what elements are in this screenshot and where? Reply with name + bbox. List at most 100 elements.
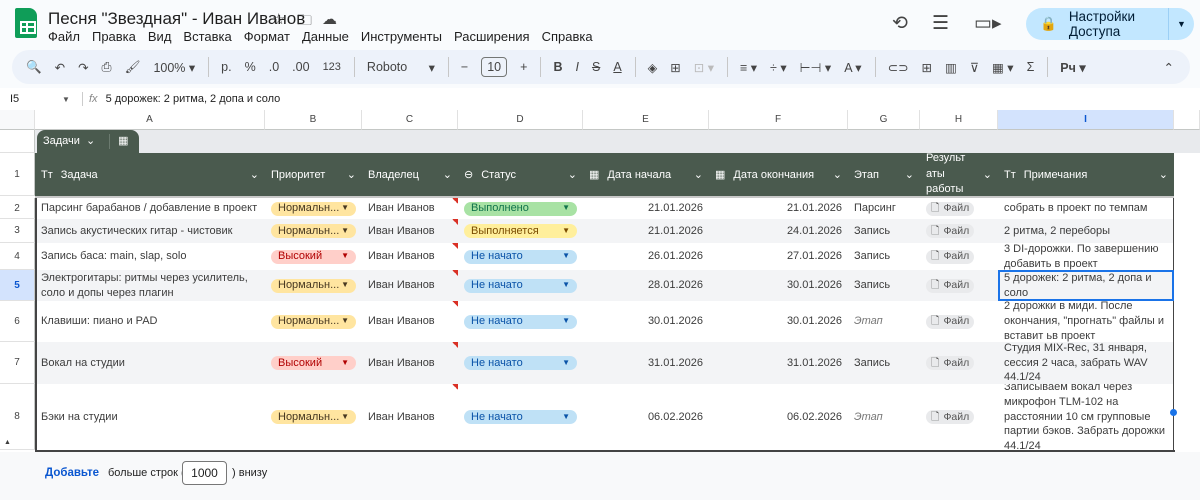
row-header-4[interactable]: 4: [0, 243, 35, 270]
menu-0[interactable]: Файл: [48, 28, 80, 45]
cell-result[interactable]: 🗋 Файл: [920, 301, 998, 342]
file-chip[interactable]: 🗋 Файл: [926, 356, 975, 370]
row-header-6[interactable]: 6: [0, 301, 35, 342]
chevron-down-icon[interactable]: ⌄: [443, 168, 452, 181]
undo-icon[interactable]: ↶: [55, 60, 65, 75]
comment-indicator[interactable]: [452, 219, 458, 225]
cell-stage[interactable]: Запись: [848, 342, 920, 384]
cell-start[interactable]: 26.01.2026: [583, 243, 709, 270]
cell-end[interactable]: 24.01.2026: [709, 219, 848, 243]
cell-stage[interactable]: Запись: [848, 243, 920, 270]
cell-start[interactable]: 21.01.2026: [583, 219, 709, 243]
status-chip[interactable]: Не начато ▼: [464, 249, 577, 264]
insert-chart-icon[interactable]: ▥: [945, 60, 957, 75]
share-button[interactable]: 🔒 Настройки Доступа ▼: [1026, 8, 1194, 40]
font-select[interactable]: Roboto ▾: [367, 60, 435, 75]
cell-priority[interactable]: Высокий ▼: [265, 342, 362, 384]
header-B[interactable]: Приоритет ⌄: [265, 153, 362, 196]
column-header-F[interactable]: F: [709, 110, 848, 130]
column-header-E[interactable]: E: [583, 110, 709, 130]
priority-chip[interactable]: Нормальн... ▼: [271, 224, 356, 238]
italic-icon[interactable]: I: [575, 60, 578, 74]
cell-stage[interactable]: Парсинг: [848, 198, 920, 219]
status-chip[interactable]: Выполняется ▼: [464, 224, 577, 238]
cell-result[interactable]: 🗋 Файл: [920, 219, 998, 243]
cell-notes[interactable]: 2 ритма, 2 переборы: [998, 219, 1174, 243]
status-chip[interactable]: Не начато ▼: [464, 314, 577, 329]
select-all-corner[interactable]: [0, 110, 35, 130]
file-chip[interactable]: 🗋 Файл: [926, 249, 975, 264]
sheets-logo[interactable]: [15, 8, 37, 38]
header-D[interactable]: ⊖ Статус ⌄: [458, 153, 583, 196]
paint-format-icon[interactable]: 🖌: [125, 60, 141, 75]
cell-task[interactable]: Вокал на студии: [35, 342, 265, 384]
formula-input[interactable]: 5 дорожек: 2 ритма, 2 допа и соло: [106, 93, 281, 105]
cell-task[interactable]: Запись акустических гитар - чистовик: [35, 219, 265, 243]
comment-indicator[interactable]: [452, 270, 458, 276]
column-header-G[interactable]: G: [848, 110, 920, 130]
column-header-C[interactable]: C: [362, 110, 458, 130]
priority-chip[interactable]: Нормальн... ▼: [271, 278, 356, 293]
cell-start[interactable]: 31.01.2026: [583, 342, 709, 384]
header-G[interactable]: Этап ⌄: [848, 153, 920, 196]
cell-end[interactable]: 06.02.2026: [709, 384, 848, 450]
meet-icon[interactable]: ▭▸: [974, 12, 1002, 35]
cell-status[interactable]: Выполнено ▼: [458, 198, 583, 219]
version-history-icon[interactable]: ⟲: [892, 12, 908, 35]
cell-owner[interactable]: Иван Иванов: [362, 198, 458, 219]
cell-status[interactable]: Не начато ▼: [458, 384, 583, 450]
insert-link-icon[interactable]: ⊂⊃: [888, 60, 909, 75]
comment-indicator[interactable]: [452, 342, 458, 348]
priority-chip[interactable]: Нормальн... ▼: [271, 314, 356, 329]
cell-task[interactable]: Электрогитары: ритмы через усилитель, со…: [35, 270, 265, 301]
status-chip[interactable]: Не начато ▼: [464, 356, 577, 370]
cell-end[interactable]: 30.01.2026: [709, 270, 848, 301]
menu-6[interactable]: Инструменты: [361, 28, 442, 45]
cell-task[interactable]: Запись баса: main, slap, solo: [35, 243, 265, 270]
scroll-up-icon[interactable]: ▲: [0, 436, 14, 450]
cell-status[interactable]: Не начато ▼: [458, 270, 583, 301]
chevron-down-icon[interactable]: ⌄: [833, 168, 842, 181]
cell-priority[interactable]: Нормальн... ▼: [265, 198, 362, 219]
cell-owner[interactable]: Иван Иванов: [362, 219, 458, 243]
cell-result[interactable]: 🗋 Файл: [920, 342, 998, 384]
fill-handle[interactable]: [1170, 409, 1177, 416]
cell-stage[interactable]: Этап: [848, 301, 920, 342]
priority-chip[interactable]: Высокий ▼: [271, 249, 356, 264]
cell-owner[interactable]: Иван Иванов: [362, 384, 458, 450]
header-H[interactable]: Результ аты работы ⌄: [920, 152, 998, 196]
cell-start[interactable]: 06.02.2026: [583, 384, 709, 450]
add-rows-button[interactable]: Добавьте: [45, 467, 99, 479]
cell-notes[interactable]: Студия MIX-Rec, 31 января, сессия 2 часа…: [998, 342, 1174, 384]
currency-format-button[interactable]: р.: [221, 60, 231, 74]
cell-priority[interactable]: Нормальн... ▼: [265, 384, 362, 450]
cell-end[interactable]: 30.01.2026: [709, 301, 848, 342]
cell-priority[interactable]: Нормальн... ▼: [265, 219, 362, 243]
menu-3[interactable]: Вставка: [183, 28, 231, 45]
chevron-down-icon[interactable]: ⌄: [568, 168, 577, 181]
font-size-input[interactable]: 10: [481, 57, 508, 77]
chevron-down-icon[interactable]: ⌄: [347, 168, 356, 181]
column-header-H[interactable]: H: [920, 110, 998, 130]
filter-icon[interactable]: ⊽: [970, 60, 979, 75]
header-I[interactable]: Tт Примечания ⌄: [998, 153, 1174, 196]
priority-chip[interactable]: Нормальн... ▼: [271, 201, 356, 216]
percent-format-button[interactable]: %: [245, 60, 256, 74]
cell-result[interactable]: 🗋 Файл: [920, 243, 998, 270]
comments-icon[interactable]: ☰: [932, 12, 949, 35]
row-count-input[interactable]: 1000: [182, 461, 227, 485]
cell-status[interactable]: Не начато ▼: [458, 243, 583, 270]
insert-comment-icon[interactable]: ⊞: [922, 60, 932, 75]
cell-end[interactable]: 21.01.2026: [709, 198, 848, 219]
header-F[interactable]: ▦ Дата окончания ⌄: [709, 153, 848, 196]
table-calculator-icon[interactable]: ▦: [109, 134, 129, 149]
cell-notes[interactable]: 2 дорожки в миди. После окончания, "прог…: [998, 301, 1174, 342]
bold-icon[interactable]: B: [553, 60, 562, 74]
cell-stage[interactable]: Этап: [848, 384, 920, 450]
share-dropdown-icon[interactable]: ▼: [1168, 8, 1194, 40]
more-formats-button[interactable]: 123: [323, 61, 341, 73]
menu-5[interactable]: Данные: [302, 28, 349, 45]
cell-owner[interactable]: Иван Иванов: [362, 243, 458, 270]
menu-4[interactable]: Формат: [244, 28, 290, 45]
cell-notes[interactable]: Записываем вокал через микрофон TLM-102 …: [998, 384, 1174, 450]
